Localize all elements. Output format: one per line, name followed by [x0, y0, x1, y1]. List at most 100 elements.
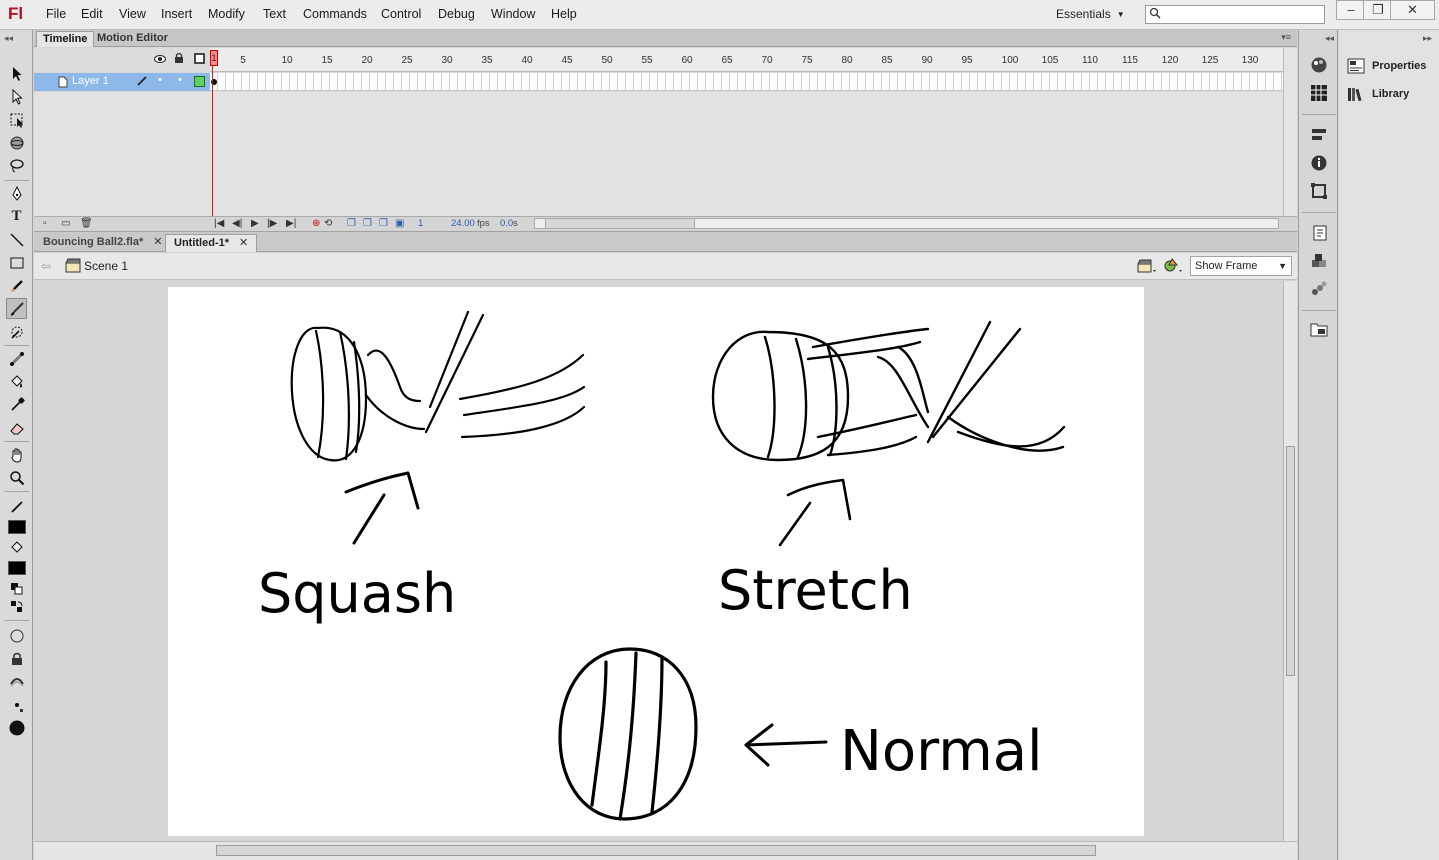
doc-tab-bouncing-ball[interactable]: Bouncing Ball2.fla* ✕: [35, 234, 170, 252]
expand-panels-icon[interactable]: ◂◂: [1325, 33, 1334, 44]
search-input[interactable]: [1164, 7, 1322, 22]
timeline-vertical-scrollbar[interactable]: [1283, 48, 1297, 216]
swatches-panel-icon[interactable]: [1308, 82, 1330, 104]
fill-color-swatch[interactable]: [6, 557, 27, 578]
stage-vertical-scrollbar[interactable]: [1283, 281, 1297, 841]
scene-name[interactable]: Scene 1: [84, 259, 128, 273]
delete-layer-icon[interactable]: 🗑: [80, 218, 93, 229]
stroke-color-swatch[interactable]: [6, 516, 27, 537]
frame-rate[interactable]: 24.00: [451, 218, 475, 229]
close-icon[interactable]: ✕: [153, 236, 162, 248]
help-search[interactable]: [1145, 5, 1325, 24]
menu-edit[interactable]: Edit: [81, 7, 103, 21]
scroll-thumb[interactable]: [545, 219, 695, 228]
playhead[interactable]: 1: [210, 50, 218, 66]
elapsed-time[interactable]: 0.0: [500, 218, 513, 229]
brush-size-icon[interactable]: [6, 694, 27, 715]
panel-menu-icon[interactable]: ▾≡: [1281, 32, 1291, 43]
onion-markers-icon[interactable]: ▣: [395, 218, 404, 229]
close-icon[interactable]: ✕: [239, 237, 248, 249]
play-icon[interactable]: ▶: [251, 218, 259, 229]
lock-icon[interactable]: [174, 52, 184, 67]
object-drawing-icon[interactable]: [6, 625, 27, 646]
loop-icon[interactable]: ⟲: [324, 218, 332, 229]
timeline-horizontal-scrollbar[interactable]: [534, 218, 1279, 229]
workspace-switcher[interactable]: Essentials ▼: [1056, 7, 1125, 21]
center-frame-icon[interactable]: ⊕: [312, 218, 320, 229]
3d-rotation-tool-icon[interactable]: [6, 132, 27, 153]
onion-outline-icon[interactable]: ❐: [363, 218, 372, 229]
swap-colors-icon[interactable]: [6, 596, 27, 617]
pencil-tool-icon[interactable]: [6, 275, 27, 296]
align-panel-icon[interactable]: [1308, 124, 1330, 146]
menu-insert[interactable]: Insert: [161, 7, 192, 21]
free-transform-tool-icon[interactable]: [6, 109, 27, 130]
brush-shape-icon[interactable]: [6, 717, 27, 738]
stage-horizontal-scrollbar[interactable]: [34, 841, 1297, 860]
edit-multiple-icon[interactable]: ❐: [379, 218, 388, 229]
color-panel-icon[interactable]: [1308, 54, 1330, 76]
code-snippets-icon[interactable]: [1308, 222, 1330, 244]
lasso-tool-icon[interactable]: [6, 155, 27, 176]
eyedropper-tool-icon[interactable]: [6, 394, 27, 415]
current-frame[interactable]: 1: [418, 218, 423, 229]
paint-bucket-tool-icon[interactable]: [6, 371, 27, 392]
motion-presets-icon[interactable]: [1308, 278, 1330, 300]
eye-icon[interactable]: [154, 53, 166, 67]
collapse-panels-icon[interactable]: ▸▸: [1423, 33, 1432, 44]
scroll-thumb[interactable]: [1286, 446, 1295, 676]
subselection-tool-icon[interactable]: [6, 86, 27, 107]
minimize-button[interactable]: –: [1336, 0, 1366, 20]
restore-button[interactable]: ❐: [1363, 0, 1393, 20]
layer-row[interactable]: Layer 1 • •: [34, 73, 210, 91]
new-folder-icon[interactable]: ▭: [61, 218, 70, 229]
library-panel-button[interactable]: Library: [1347, 83, 1409, 105]
menu-window[interactable]: Window: [491, 7, 535, 21]
deco-tool-icon[interactable]: [6, 321, 27, 342]
collapse-arrows-icon[interactable]: ◂◂: [4, 33, 13, 44]
frame-ruler[interactable]: 1 5 10 15 20 25 30 35 40 45 50 55 60 65 …: [210, 48, 1283, 72]
new-layer-icon[interactable]: ▫: [43, 218, 47, 229]
tab-motion-editor[interactable]: Motion Editor: [91, 31, 174, 47]
doc-tab-untitled[interactable]: Untitled-1* ✕: [165, 234, 258, 252]
line-tool-icon[interactable]: [6, 229, 27, 250]
selection-tool-icon[interactable]: [6, 63, 27, 84]
project-panel-icon[interactable]: [1308, 318, 1330, 340]
scroll-thumb[interactable]: [216, 845, 1096, 856]
text-tool-icon[interactable]: T: [6, 206, 27, 227]
transform-panel-icon[interactable]: [1308, 180, 1330, 202]
zoom-tool-icon[interactable]: [6, 467, 27, 488]
menu-modify[interactable]: Modify: [208, 7, 245, 21]
step-forward-icon[interactable]: |▶: [267, 218, 277, 229]
menu-control[interactable]: Control: [381, 7, 421, 21]
smooth-icon[interactable]: [6, 671, 27, 692]
hand-tool-icon[interactable]: [6, 444, 27, 465]
outline-icon[interactable]: [194, 53, 205, 67]
components-icon[interactable]: [1308, 250, 1330, 272]
menu-file[interactable]: File: [46, 7, 66, 21]
menu-view[interactable]: View: [119, 7, 146, 21]
go-last-frame-icon[interactable]: ▶|: [286, 218, 296, 229]
go-first-frame-icon[interactable]: |◀: [214, 218, 224, 229]
layer-name[interactable]: Layer 1: [72, 75, 109, 87]
menu-text[interactable]: Text: [263, 7, 286, 21]
close-button[interactable]: ✕: [1390, 0, 1435, 20]
pen-tool-icon[interactable]: [6, 183, 27, 204]
brush-tool-icon[interactable]: [6, 298, 27, 319]
step-back-icon[interactable]: ◀|: [232, 218, 242, 229]
edit-symbol-icon[interactable]: [1163, 258, 1183, 277]
menu-help[interactable]: Help: [551, 7, 577, 21]
edit-scene-icon[interactable]: [1137, 258, 1157, 277]
bone-tool-icon[interactable]: [6, 348, 27, 369]
menu-commands[interactable]: Commands: [303, 7, 367, 21]
stage[interactable]: Squash Stretch Normal: [168, 287, 1144, 836]
lock-fill-icon[interactable]: [6, 648, 27, 669]
menu-debug[interactable]: Debug: [438, 7, 475, 21]
lock-dot[interactable]: •: [178, 74, 182, 86]
visibility-dot[interactable]: •: [158, 74, 162, 86]
zoom-dropdown[interactable]: Show Frame ▼: [1190, 256, 1292, 276]
info-panel-icon[interactable]: [1308, 152, 1330, 174]
onion-skin-icon[interactable]: ❐: [347, 218, 356, 229]
back-arrow-icon[interactable]: ⇦: [41, 259, 51, 273]
rectangle-tool-icon[interactable]: [6, 252, 27, 273]
